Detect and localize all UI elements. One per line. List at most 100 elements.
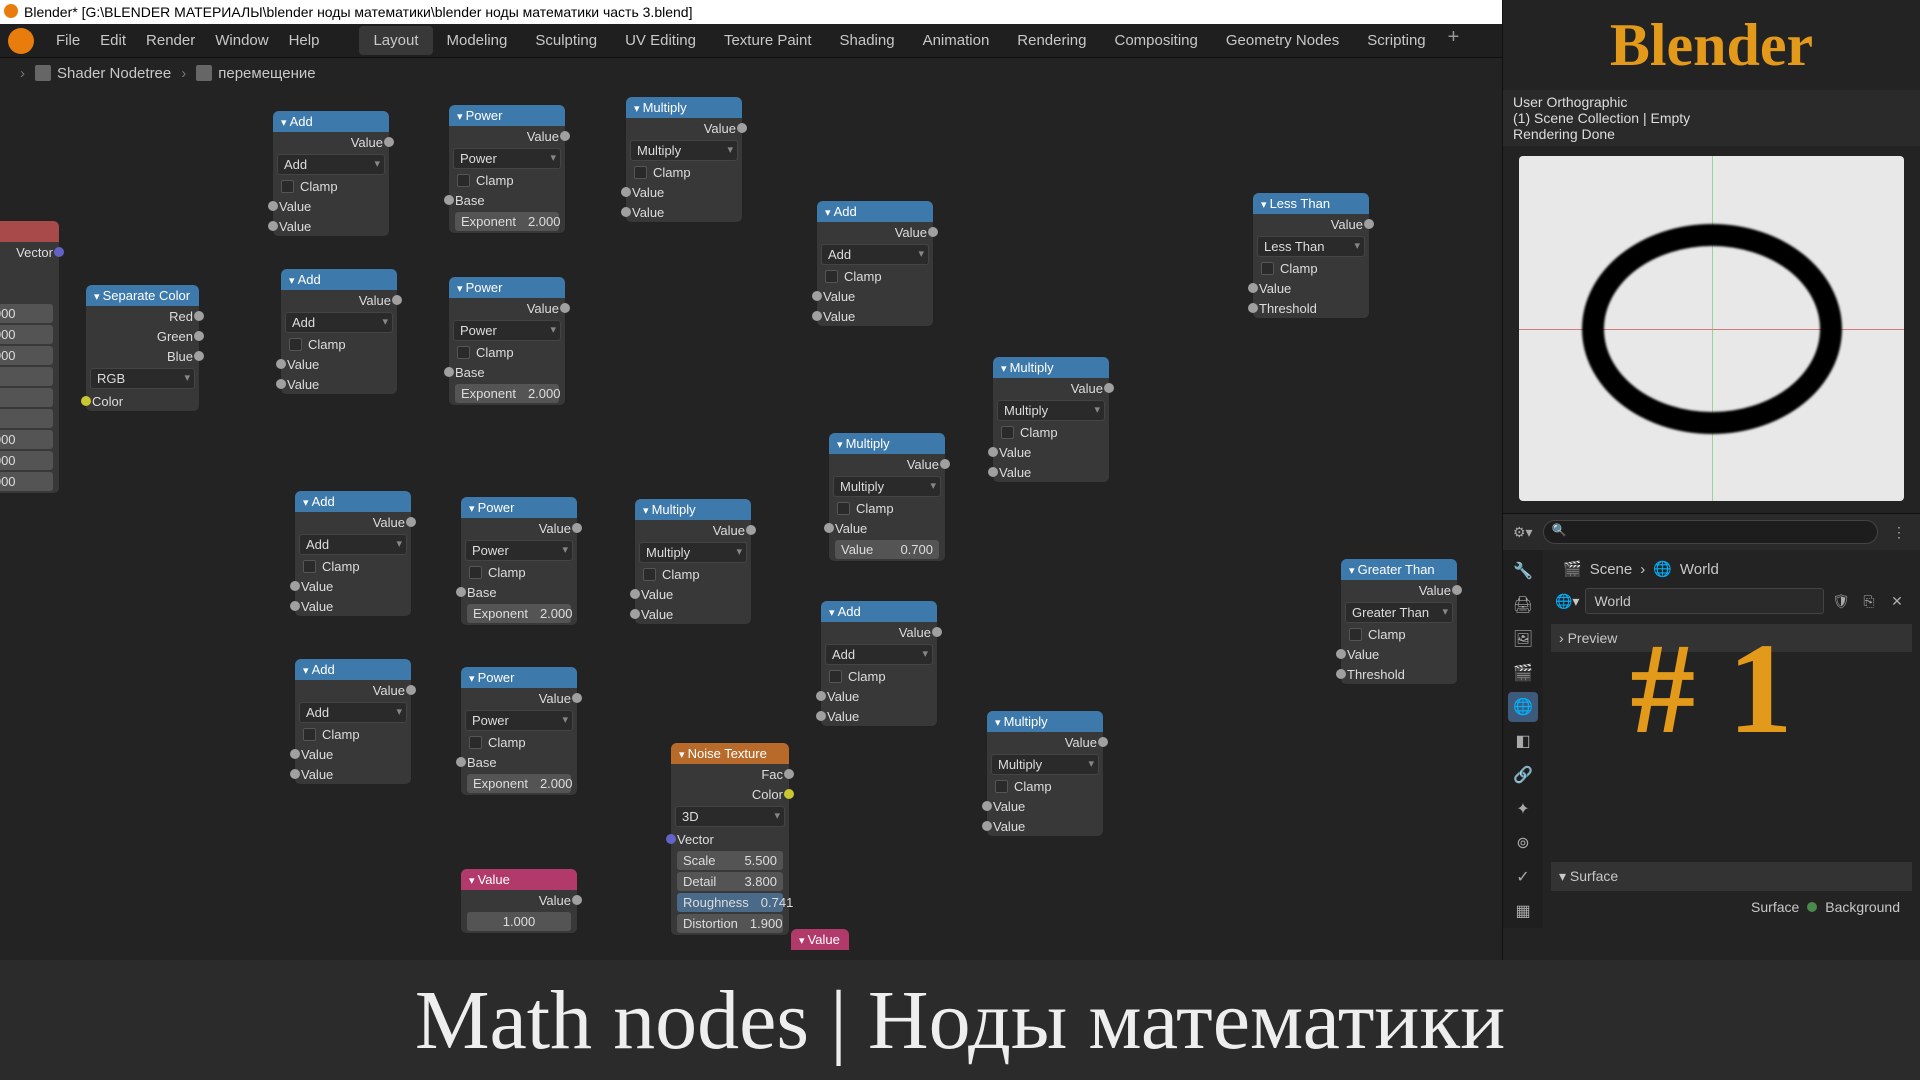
node-header[interactable]: Add — [817, 201, 933, 222]
detail-field[interactable]: Detail3.800 — [677, 872, 783, 891]
output-value[interactable]: Value — [829, 454, 945, 474]
op-dropdown[interactable]: Add — [285, 312, 393, 333]
tab-data-icon[interactable]: ▦ — [1508, 896, 1538, 926]
clamp-checkbox[interactable]: Clamp — [829, 499, 945, 518]
node-greaterthan[interactable]: Greater Than Value Greater Than Clamp Va… — [1340, 558, 1458, 685]
output-color[interactable]: Color — [671, 784, 789, 804]
node-add[interactable]: Add Value Add Clamp Value Value — [816, 200, 934, 327]
clamp-checkbox[interactable]: Clamp — [295, 725, 411, 744]
input-color[interactable]: Color — [86, 391, 199, 411]
input-value[interactable]: Value — [295, 764, 411, 784]
op-dropdown[interactable]: Add — [825, 644, 933, 665]
input-value[interactable]: Value — [295, 576, 411, 596]
output-value[interactable]: Value — [461, 890, 577, 910]
input-value[interactable]: Value — [993, 442, 1109, 462]
input-base[interactable]: Base — [461, 582, 577, 602]
node-header[interactable]: Value — [791, 929, 849, 950]
output-value[interactable]: Value — [461, 518, 577, 538]
menu-window[interactable]: Window — [215, 32, 268, 49]
mode-dropdown[interactable]: RGB — [90, 368, 195, 389]
output-value[interactable]: Value — [449, 298, 565, 318]
num-field[interactable]: 0.000 — [0, 304, 53, 323]
output-value[interactable]: Value — [987, 732, 1103, 752]
tab-particles-icon[interactable]: ✦ — [1508, 794, 1538, 824]
clamp-checkbox[interactable]: Clamp — [295, 557, 411, 576]
input-base[interactable]: Base — [449, 190, 565, 210]
node-value[interactable]: Value — [790, 928, 850, 951]
input-value[interactable]: Value — [821, 706, 937, 726]
node-value[interactable]: Value Value 1.000 — [460, 868, 578, 934]
num-field[interactable]: 1.000 — [0, 430, 53, 449]
surface-value[interactable]: Background — [1825, 899, 1900, 915]
tab-modifiers-icon[interactable]: 🔗 — [1508, 760, 1538, 790]
node-header[interactable]: Separate Color — [86, 285, 199, 306]
node-header[interactable]: Power — [449, 277, 565, 298]
bc-scene[interactable]: Scene — [1590, 561, 1633, 578]
output-value[interactable]: Value — [817, 222, 933, 242]
node-header[interactable]: Multiply — [626, 97, 742, 118]
output-green[interactable]: Green — [86, 326, 199, 346]
tab-render-icon[interactable]: 🔧 — [1508, 556, 1538, 586]
exponent-field[interactable]: Exponent2.000 — [455, 384, 559, 403]
roughness-field[interactable]: Roughness0.741 — [677, 893, 783, 912]
tab-rendering[interactable]: Rendering — [1003, 26, 1100, 55]
num-field[interactable]: 0.000 — [0, 325, 53, 344]
node-add[interactable]: Add Value Add Clamp Value Value — [280, 268, 398, 395]
node-header[interactable]: Value — [461, 869, 577, 890]
linked-dot-icon[interactable] — [1807, 902, 1817, 912]
editor-type-icon[interactable]: ⚙▾ — [1513, 524, 1533, 541]
tab-sculpting[interactable]: Sculpting — [521, 26, 611, 55]
node-multiply[interactable]: Multiply Value Multiply Clamp Value Valu… — [634, 498, 752, 625]
clamp-checkbox[interactable]: Clamp — [1341, 625, 1457, 644]
node-header[interactable]: Multiply — [993, 357, 1109, 378]
node-multiply[interactable]: Multiply Value Multiply Clamp Value Valu… — [828, 432, 946, 562]
node-power[interactable]: Power Value Power Clamp Base Exponent2.0… — [460, 496, 578, 626]
op-dropdown[interactable]: Multiply — [639, 542, 747, 563]
op-dropdown[interactable]: Greater Than — [1345, 602, 1453, 623]
input-value[interactable]: Value — [635, 604, 751, 624]
section-surface[interactable]: ▾ Surface — [1551, 862, 1912, 891]
input-value[interactable]: Value — [817, 286, 933, 306]
input-base[interactable]: Base — [461, 752, 577, 772]
input-value[interactable]: Value — [635, 584, 751, 604]
clamp-checkbox[interactable]: Clamp — [993, 423, 1109, 442]
bc-world[interactable]: World — [1680, 561, 1719, 578]
output-value[interactable]: Value — [461, 688, 577, 708]
distortion-field[interactable]: Distortion1.900 — [677, 914, 783, 933]
op-dropdown[interactable]: Power — [453, 148, 561, 169]
filter-icon[interactable]: ⋮ — [1888, 521, 1910, 543]
node-power[interactable]: Power Value Power Clamp Base Exponent2.0… — [448, 104, 566, 234]
node-multiply[interactable]: Multiply Value Multiply Clamp Value Valu… — [992, 356, 1110, 483]
menu-help[interactable]: Help — [289, 32, 320, 49]
clamp-checkbox[interactable]: Clamp — [821, 667, 937, 686]
output-fac[interactable]: Fac — [671, 764, 789, 784]
node-header[interactable]: Multiply — [987, 711, 1103, 732]
output-value[interactable]: Value — [635, 520, 751, 540]
output-value[interactable]: Value — [821, 622, 937, 642]
node-add[interactable]: Add Value Add Clamp Value Value — [294, 490, 412, 617]
node-header[interactable]: Power — [461, 497, 577, 518]
num-field[interactable]: 1.000 — [0, 472, 53, 491]
node-header[interactable]: Power — [449, 105, 565, 126]
node-multiply[interactable]: Multiply Value Multiply Clamp Value Valu… — [625, 96, 743, 223]
node-header[interactable]: Multiply — [635, 499, 751, 520]
menu-edit[interactable]: Edit — [100, 32, 126, 49]
node-header[interactable]: Add — [821, 601, 937, 622]
input-value[interactable]: Value — [295, 744, 411, 764]
num-field[interactable]: 0° — [0, 388, 53, 407]
node-noise-texture[interactable]: Noise Texture Fac Color 3D Vector Scale5… — [670, 742, 790, 936]
node-header[interactable] — [0, 221, 59, 242]
menu-render[interactable]: Render — [146, 32, 195, 49]
input-threshold[interactable]: Threshold — [1341, 664, 1457, 684]
input-value[interactable]: Value — [1341, 644, 1457, 664]
input-value[interactable]: Value — [295, 596, 411, 616]
node-header[interactable]: Power — [461, 667, 577, 688]
op-dropdown[interactable]: Power — [465, 710, 573, 731]
output-vector[interactable]: Vector — [0, 242, 59, 262]
input-base[interactable]: Base — [449, 362, 565, 382]
input-value[interactable]: Value — [281, 374, 397, 394]
input-value[interactable]: Value — [987, 796, 1103, 816]
output-value[interactable]: Value — [295, 512, 411, 532]
tab-output-icon[interactable]: 🖨 — [1508, 590, 1538, 620]
op-dropdown[interactable]: Less Than — [1257, 236, 1365, 257]
